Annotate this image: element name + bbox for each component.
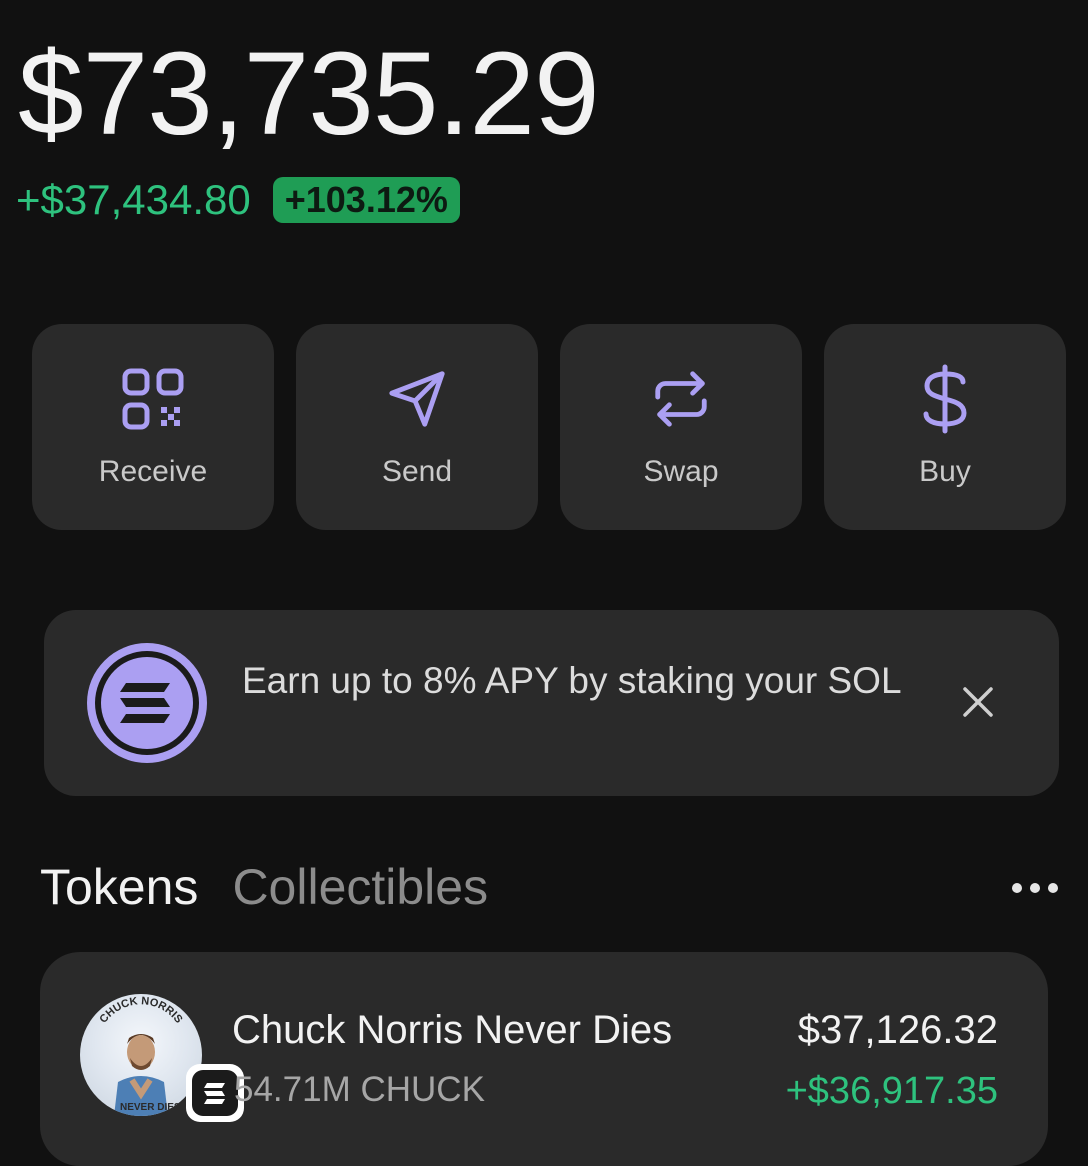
staking-banner-text: Earn up to 8% APY by staking your SOL: [242, 660, 902, 701]
tab-collectibles[interactable]: Collectibles: [232, 858, 488, 916]
avatar-caption-bottom: NEVER DIES: [120, 1102, 181, 1113]
action-buttons: Receive Send Swap Buy: [32, 324, 1066, 530]
token-name: Chuck Norris Never Dies: [232, 1008, 673, 1052]
wallet-home: $73,735.29 +$37,434.80 +103.12% Receive: [0, 0, 1088, 1166]
swap-button[interactable]: Swap: [560, 324, 802, 530]
buy-button[interactable]: Buy: [824, 324, 1066, 530]
balance-change-row: +$37,434.80 +103.12%: [16, 176, 460, 224]
send-icon: [383, 365, 451, 433]
solana-icon: [84, 640, 210, 766]
close-icon[interactable]: [956, 680, 1000, 724]
swap-label: Swap: [643, 455, 719, 488]
total-balance: $73,735.29: [18, 28, 600, 160]
dollar-icon: [911, 364, 979, 434]
receive-button[interactable]: Receive: [32, 324, 274, 530]
buy-label: Buy: [919, 455, 971, 488]
token-row[interactable]: CHUCK NORRIS NEVER DIES Chuck Norris Nev…: [40, 952, 1048, 1166]
balance-change-percent-badge: +103.12%: [272, 177, 460, 223]
token-change: +$36,917.35: [785, 1070, 998, 1112]
receive-label: Receive: [98, 455, 208, 488]
svg-text:CHUCK NORRIS: CHUCK NORRIS: [97, 995, 184, 1025]
token-value: $37,126.32: [797, 1008, 998, 1052]
swap-icon: [647, 365, 715, 433]
send-button[interactable]: Send: [296, 324, 538, 530]
avatar-caption-top: CHUCK NORRIS: [97, 995, 184, 1025]
qr-code-icon: [119, 365, 187, 433]
asset-tabs: Tokens Collectibles: [40, 858, 488, 916]
staking-banner[interactable]: Earn up to 8% APY by staking your SOL: [44, 610, 1059, 796]
tab-tokens[interactable]: Tokens: [40, 858, 198, 916]
token-amount: 54.71M CHUCK: [234, 1070, 485, 1109]
send-label: Send: [381, 455, 453, 488]
token-avatar: CHUCK NORRIS NEVER DIES: [80, 994, 202, 1116]
more-options-icon[interactable]: [1008, 868, 1062, 908]
balance-change-amount: +$37,434.80: [16, 176, 251, 223]
